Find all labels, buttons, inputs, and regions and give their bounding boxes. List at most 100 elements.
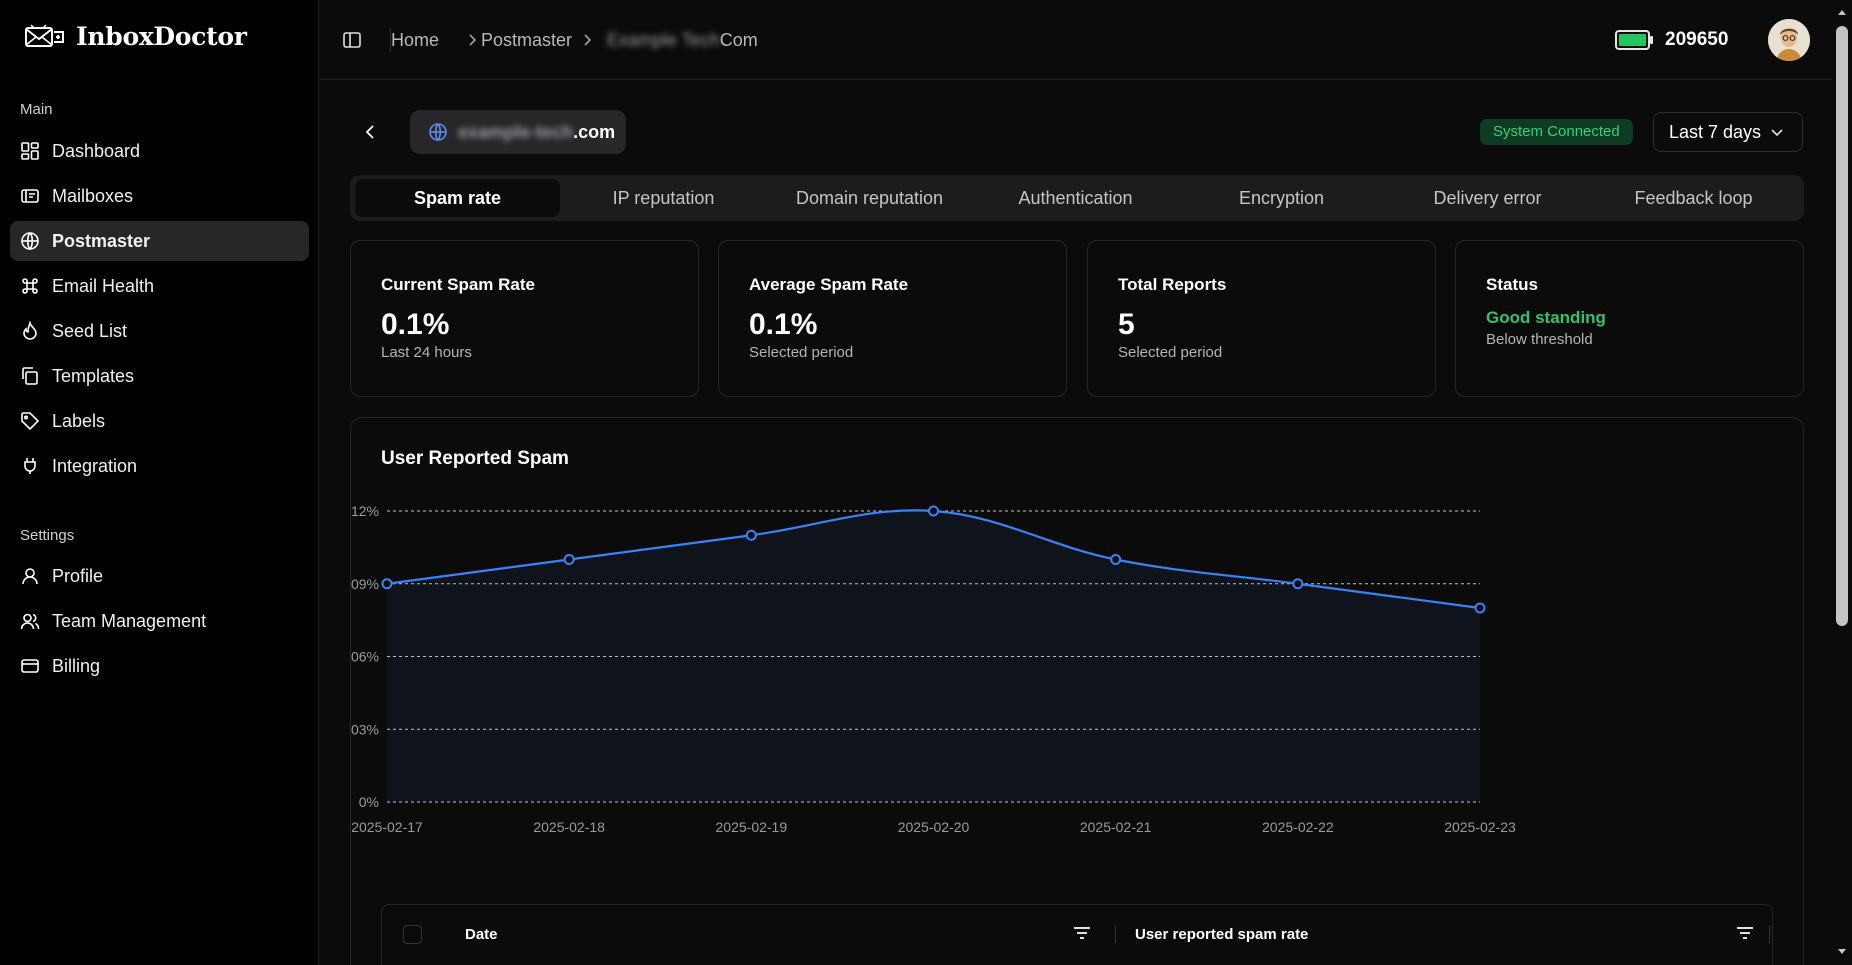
domain-name-blurred: example-tech xyxy=(458,121,574,142)
sidebar-item-dashboard[interactable]: Dashboard xyxy=(10,131,309,171)
column-header-date[interactable]: Date xyxy=(465,926,498,943)
globe-icon xyxy=(429,123,447,142)
card-subtitle: Last 24 hours xyxy=(381,344,472,361)
sidebar-item-team-management[interactable]: Team Management xyxy=(10,601,309,641)
select-all-checkbox[interactable] xyxy=(403,925,422,944)
scroll-up-arrow-icon[interactable] xyxy=(1836,6,1848,18)
x-tick-label: 2025-02-20 xyxy=(898,819,970,835)
spam-table-header: Date User reported spam rate xyxy=(381,904,1773,965)
tab-ip-reputation[interactable]: IP reputation xyxy=(561,179,766,217)
data-point xyxy=(928,505,939,517)
y-tick-label: 0.03% xyxy=(351,721,379,737)
filter-icon[interactable] xyxy=(1073,925,1091,941)
tab-authentication[interactable]: Authentication xyxy=(973,179,1178,217)
sidebar-item-postmaster[interactable]: Postmaster xyxy=(10,221,309,261)
filter-icon[interactable] xyxy=(1736,925,1754,941)
y-tick-label: 0% xyxy=(359,794,379,810)
sidebar-item-label: Team Management xyxy=(52,610,207,631)
card-title: Average Spam Rate xyxy=(749,275,909,294)
brand-logo[interactable]: InboxDoctor xyxy=(24,22,247,51)
users-icon xyxy=(20,613,40,630)
flame-icon xyxy=(23,321,37,340)
breadcrumb-current: Example TechCom xyxy=(607,30,758,51)
spam-rate-chart: 0% 0.03% 0.06% 0.09% 0.12% 2025-02-17 2025-02-… xyxy=(351,503,1516,835)
sidebar-item-integration[interactable]: Integration xyxy=(10,446,309,486)
back-button[interactable] xyxy=(356,118,384,146)
main-section-label: Main xyxy=(20,101,53,118)
sidebar-item-templates[interactable]: Templates xyxy=(10,356,309,396)
status-value: Good standing xyxy=(1486,308,1606,327)
sidebar-item-label: Seed List xyxy=(52,320,128,341)
sidebar-item-labels[interactable]: Labels xyxy=(10,401,309,441)
card-title: Status xyxy=(1486,275,1538,294)
sidebar-item-mailboxes[interactable]: Mailboxes xyxy=(10,176,309,216)
data-point xyxy=(381,578,393,590)
top-bar: Home Postmaster Example TechCom 209650 xyxy=(320,0,1832,80)
y-tick-label: 0.12% xyxy=(351,503,379,519)
tab-encryption[interactable]: Encryption xyxy=(1179,179,1384,217)
x-tick-label: 2025-02-21 xyxy=(1080,819,1152,835)
card-subtitle: Selected period xyxy=(749,344,854,361)
credit-card-icon xyxy=(21,659,39,673)
doctor-mail-icon xyxy=(25,23,64,47)
scroll-down-arrow-icon[interactable] xyxy=(1836,946,1848,958)
chevron-down-icon xyxy=(1771,129,1783,137)
data-point xyxy=(745,529,757,541)
sidebar-item-email-health[interactable]: Email Health xyxy=(10,266,309,306)
tab-spam-rate[interactable]: Spam rate xyxy=(355,179,560,217)
x-tick-label: 2025-02-23 xyxy=(1444,819,1516,835)
chevron-right-icon xyxy=(469,34,477,46)
breadcrumb-current-blurred: Example Tech xyxy=(607,30,720,50)
sidebar-item-label: Email Health xyxy=(52,275,155,296)
sidebar-item-profile[interactable]: Profile xyxy=(10,556,309,596)
data-point xyxy=(563,554,575,565)
breadcrumb-postmaster[interactable]: Postmaster xyxy=(481,30,572,51)
date-range-value: Last 7 days xyxy=(1669,121,1762,142)
x-tick-label: 2025-02-18 xyxy=(533,819,605,835)
mailbox-icon xyxy=(21,189,39,203)
sidebar-toggle-button[interactable] xyxy=(342,30,362,55)
sidebar-item-label: Dashboard xyxy=(52,140,141,161)
brand-name: InboxDoctor xyxy=(76,22,247,51)
sidebar-item-label: Labels xyxy=(52,410,106,431)
series-area xyxy=(387,510,1480,802)
chevron-right-icon xyxy=(584,34,592,46)
user-avatar-icon xyxy=(1768,19,1810,61)
panel-left-icon xyxy=(343,32,361,48)
breadcrumb-home[interactable]: Home xyxy=(391,30,439,51)
tab-delivery-error[interactable]: Delivery error xyxy=(1385,179,1590,217)
date-range-select[interactable]: Last 7 days xyxy=(1653,112,1803,152)
page-scrollbar[interactable] xyxy=(1832,0,1852,965)
column-divider xyxy=(1769,925,1770,943)
x-tick-label: 2025-02-17 xyxy=(351,819,423,835)
data-point xyxy=(1110,554,1122,565)
stat-card-average-spam-rate: Average Spam Rate 0.1% Selected period xyxy=(718,240,1067,397)
sidebar-item-billing[interactable]: Billing xyxy=(10,646,309,686)
card-value: 5 xyxy=(1118,308,1135,341)
tab-domain-reputation[interactable]: Domain reputation xyxy=(767,179,972,217)
settings-section-label: Settings xyxy=(20,527,75,544)
status-badge: System Connected xyxy=(1480,119,1633,145)
sidebar: InboxDoctor Main Dashboard Mailboxes Pos… xyxy=(0,0,319,965)
avatar[interactable] xyxy=(1768,19,1810,61)
battery-icon xyxy=(1615,30,1653,50)
user-reported-spam-chart-card: User Reported Spam 0%0.03%0.06%0.09%0.12… xyxy=(350,417,1804,965)
sidebar-item-label: Postmaster xyxy=(52,230,151,251)
tab-feedback-loop[interactable]: Feedback loop xyxy=(1591,179,1796,217)
card-title: Total Reports xyxy=(1118,275,1227,294)
stat-card-total-reports: Total Reports 5 Selected period xyxy=(1087,240,1436,397)
x-tick-label: 2025-02-22 xyxy=(1262,819,1334,835)
x-tick-label: 2025-02-19 xyxy=(716,819,788,835)
card-subtitle: Below threshold xyxy=(1486,331,1593,348)
card-subtitle: Selected period xyxy=(1118,344,1223,361)
column-header-user-reported-spam-rate[interactable]: User reported spam rate xyxy=(1135,926,1308,943)
domain-name: example-tech.com xyxy=(458,122,615,143)
scrollbar-thumb[interactable] xyxy=(1836,26,1848,626)
domain-selector[interactable]: example-tech.com xyxy=(410,110,626,154)
dashboard-icon xyxy=(21,142,39,160)
sidebar-item-label: Profile xyxy=(52,565,104,586)
plug-icon xyxy=(24,458,36,474)
chevron-left-icon xyxy=(365,125,374,139)
tag-icon xyxy=(21,412,40,431)
sidebar-item-seed-list[interactable]: Seed List xyxy=(10,311,309,351)
